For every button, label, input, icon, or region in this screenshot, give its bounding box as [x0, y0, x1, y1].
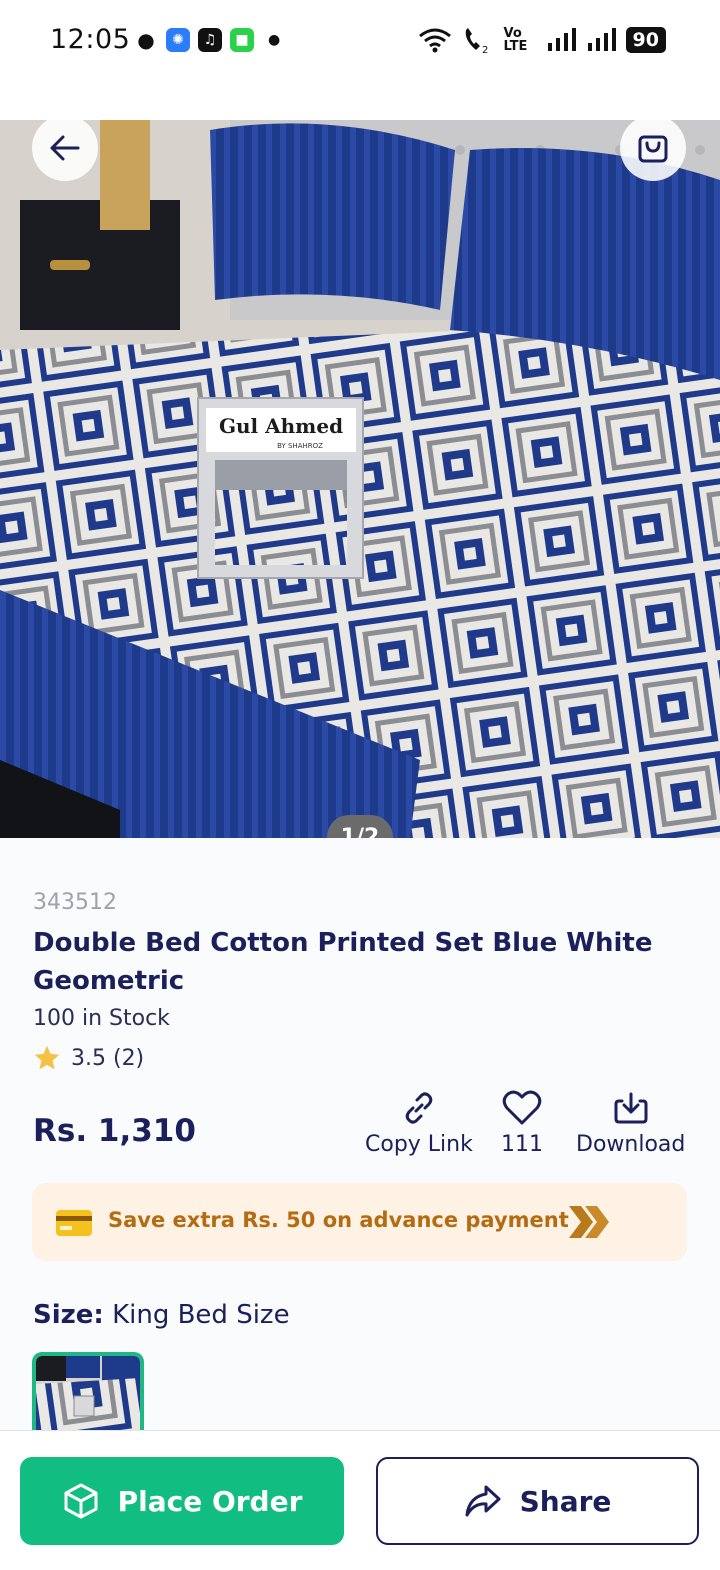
download-icon: [614, 1092, 648, 1124]
place-order-button[interactable]: Place Order: [20, 1457, 344, 1545]
cart-button[interactable]: [620, 115, 686, 181]
wifi-call-icon: 2: [465, 28, 488, 54]
wifi-icon: [418, 28, 451, 53]
back-button[interactable]: [32, 115, 98, 181]
heart-icon: [502, 1090, 542, 1125]
rating-text: 3.5 (2): [71, 1045, 145, 1071]
tiktok-icon: ♫: [198, 28, 222, 52]
share-button[interactable]: Share: [376, 1457, 699, 1545]
box-brand-sub: BY SHAHROZ: [277, 442, 323, 450]
status-bar: 12:05 ● ✺ ♫ ■ ● 2 Vo LTE 90: [0, 0, 720, 84]
app-notification-icon: ✺: [166, 28, 190, 52]
place-order-label: Place Order: [117, 1484, 303, 1518]
link-icon: [405, 1092, 433, 1124]
battery-indicator: 90: [625, 27, 666, 53]
download-label: Download: [576, 1132, 686, 1157]
chat-bubble-icon: ●: [137, 28, 155, 52]
box-icon: [64, 1483, 98, 1519]
size-option-thumbnail: [36, 1356, 140, 1432]
signal-icon: [547, 28, 576, 51]
arrow-left-icon: [50, 135, 80, 161]
shopping-bag-icon: [638, 135, 668, 163]
credit-card-icon: [56, 1210, 92, 1236]
product-photo: Gul Ahmed BY SHAHROZ: [0, 120, 720, 838]
system-status: 2 Vo LTE 90: [418, 26, 666, 54]
rating: 3.5 (2): [33, 1044, 144, 1072]
svg-text:2: 2: [482, 45, 488, 54]
product-sku: 343512: [33, 890, 117, 915]
product-image-carousel[interactable]: Gul Ahmed BY SHAHROZ: [0, 120, 720, 838]
size-value: King Bed Size: [112, 1300, 290, 1330]
volte-label: Vo LTE: [503, 26, 528, 54]
shop-app-icon: ■: [230, 28, 254, 52]
stock-status: 100 in Stock: [33, 1006, 170, 1031]
product-price: Rs. 1,310: [33, 1113, 196, 1149]
copy-link-button[interactable]: Copy Link: [365, 1090, 473, 1157]
more-notifications-dot-icon: ●: [268, 32, 281, 48]
share-label: Share: [519, 1484, 612, 1518]
like-button[interactable]: 111: [501, 1090, 543, 1157]
promo-text: Save extra Rs. 50 on advance payment: [108, 1208, 569, 1232]
copy-link-label: Copy Link: [365, 1132, 473, 1157]
share-arrow-icon: [465, 1485, 501, 1517]
size-selector-label: Size: King Bed Size: [33, 1300, 290, 1330]
download-button[interactable]: Download: [576, 1090, 685, 1157]
product-info: 343512 Double Bed Cotton Printed Set Blu…: [0, 838, 720, 1432]
product-title: Double Bed Cotton Printed Set Blue White…: [33, 928, 653, 996]
size-label: Size:: [33, 1300, 104, 1330]
likes-count: 111: [501, 1132, 543, 1157]
advance-payment-banner[interactable]: Save extra Rs. 50 on advance payment: [32, 1183, 687, 1261]
status-time: 12:05: [50, 24, 131, 55]
bottom-action-bar: Place Order Share: [0, 1430, 720, 1570]
signal-icon-2: [587, 28, 616, 51]
notification-icons: ● ✺ ♫ ■ ●: [134, 28, 280, 52]
star-icon: [34, 1045, 60, 1070]
size-option-king[interactable]: [32, 1352, 144, 1432]
box-brand: Gul Ahmed: [219, 414, 343, 438]
double-chevron-right-icon: [569, 1206, 609, 1238]
